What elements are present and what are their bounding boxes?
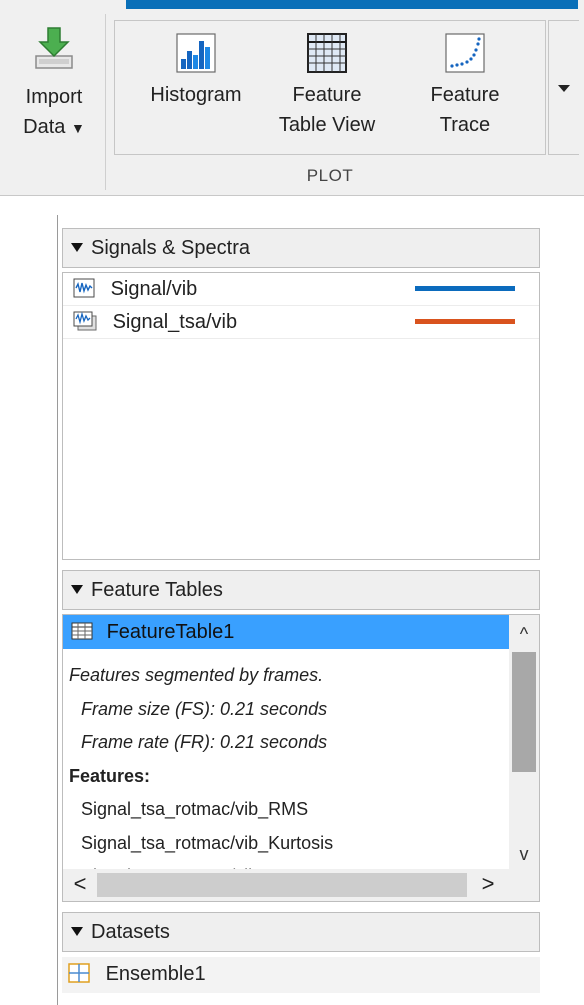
import-data-icon	[35, 27, 73, 69]
signal-color-swatch	[415, 286, 515, 291]
feature-trace-icon	[445, 33, 485, 73]
feature-table-view-label-line1: Feature	[292, 84, 362, 106]
more-plots-button[interactable]	[548, 20, 579, 155]
table-icon	[71, 622, 93, 640]
scroll-right-icon[interactable]: >	[473, 869, 503, 901]
feature-table-name: FeatureTable1	[106, 621, 235, 643]
feature-table-view-button[interactable]: Feature Table View	[267, 33, 387, 140]
scroll-up-icon[interactable]: ^	[509, 619, 539, 649]
feature-tables-list: FeatureTable1 Features segmented by fram…	[62, 614, 540, 902]
signals-spectra-title: Signals & Spectra	[91, 237, 250, 259]
details-line: Features segmented by frames.	[69, 665, 324, 685]
signal-label: Signal_tsa/vib	[112, 311, 238, 333]
import-label-line1: Import	[25, 86, 83, 108]
frame-rate-text: Frame rate (FR): 0.21 seconds	[81, 732, 328, 752]
feature-trace-label-line2: Trace	[439, 114, 491, 136]
signals-spectra-header[interactable]: Signals & Spectra	[62, 228, 540, 268]
signal-icon	[73, 278, 95, 298]
feature-table-details: Features segmented by frames. Frame size…	[69, 659, 509, 894]
feature-trace-label-line1: Feature	[430, 84, 500, 106]
list-item-signal-tsa-vib[interactable]: Signal_tsa/vib	[63, 306, 539, 339]
toolstrip: Import Data ▼ Histogram Feature Table Vi…	[0, 0, 584, 196]
feature-item: Signal_tsa_rotmac/vib_Kurtosis	[81, 832, 334, 853]
signal-color-swatch	[415, 319, 515, 324]
dataset-label: Ensemble1	[105, 963, 206, 985]
list-item-signal-vib[interactable]: Signal/vib	[63, 273, 539, 306]
dropdown-arrow-icon: ▼	[70, 120, 85, 136]
datasets-title: Datasets	[91, 921, 170, 943]
collapse-triangle-icon	[71, 926, 83, 936]
scroll-down-icon[interactable]: v	[509, 839, 539, 869]
scroll-left-icon[interactable]: <	[65, 869, 95, 901]
table-view-icon	[307, 33, 347, 73]
feature-trace-button[interactable]: Feature Trace	[405, 33, 525, 140]
signal-stack-icon	[73, 311, 97, 331]
feature-tables-header[interactable]: Feature Tables	[62, 570, 540, 610]
active-tab-indicator	[126, 0, 578, 9]
vertical-scrollbar[interactable]: ^ v	[509, 615, 539, 869]
list-item-ensemble1[interactable]: Ensemble1	[62, 957, 540, 993]
collapse-triangle-icon	[71, 584, 83, 594]
signal-label: Signal/vib	[110, 278, 198, 300]
histogram-button[interactable]: Histogram	[141, 33, 251, 110]
plot-section: Histogram Feature Table View Feature Tra…	[114, 20, 546, 155]
feature-table-view-label-line2: Table View	[278, 114, 376, 136]
feature-tables-title: Feature Tables	[91, 579, 223, 601]
import-data-button[interactable]: Import Data ▼	[8, 26, 100, 156]
scrollbar-thumb[interactable]	[97, 873, 467, 897]
signals-list: Signal/vib Signal_tsa/vib	[62, 272, 540, 560]
feature-item: Signal_tsa_rotmac/vib_RMS	[81, 799, 309, 819]
histogram-icon	[176, 33, 216, 73]
features-heading: Features:	[69, 765, 151, 786]
histogram-label: Histogram	[150, 84, 242, 106]
import-label-line2: Data ▼	[23, 116, 85, 138]
plot-section-label: PLOT	[306, 166, 354, 185]
chevron-down-icon	[558, 85, 570, 92]
panel-divider	[57, 215, 58, 1005]
frame-size-text: Frame size (FS): 0.21 seconds	[81, 698, 328, 719]
ensemble-icon	[68, 962, 90, 983]
horizontal-scrollbar[interactable]: < >	[63, 869, 539, 901]
datasets-header[interactable]: Datasets	[62, 912, 540, 952]
list-item-featuretable1[interactable]: FeatureTable1	[63, 615, 509, 649]
toolstrip-separator	[105, 14, 106, 190]
collapse-triangle-icon	[71, 242, 83, 252]
scrollbar-thumb[interactable]	[512, 652, 536, 772]
